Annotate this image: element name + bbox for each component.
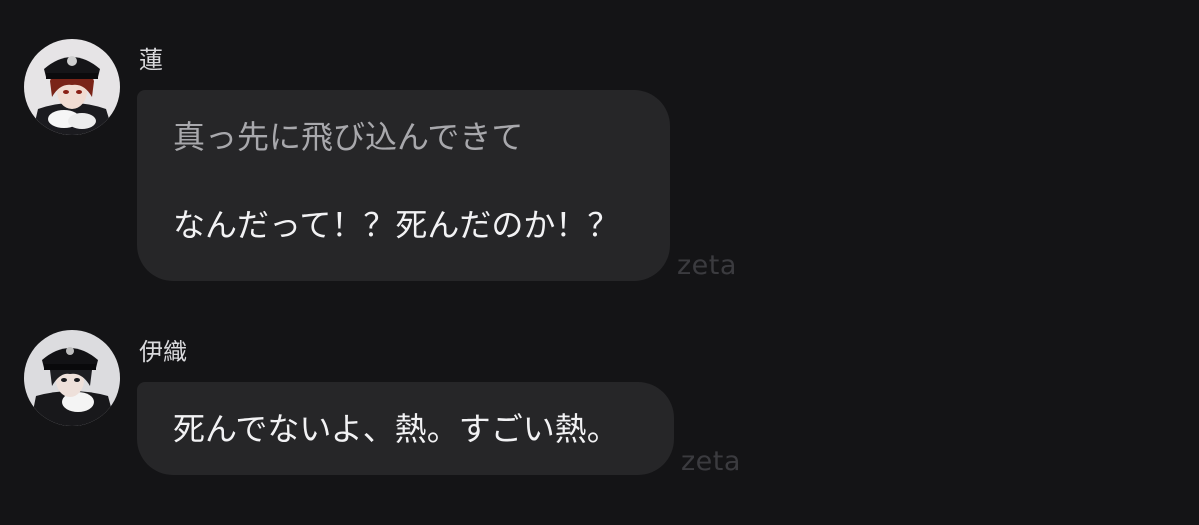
dialogue-text: なんだって！？死んだのか！？ bbox=[173, 206, 620, 244]
avatar[interactable] bbox=[24, 39, 120, 135]
avatar[interactable] bbox=[24, 330, 120, 426]
narration-text: 真っ先に飛び込んできて bbox=[173, 118, 524, 156]
message-bubble: 真っ先に飛び込んできて なんだって！？死んだのか！？ bbox=[137, 90, 670, 281]
character-portrait-icon bbox=[24, 39, 120, 135]
watermark-text: zeta bbox=[677, 250, 737, 281]
watermark-text: zeta bbox=[681, 446, 741, 477]
character-portrait-icon bbox=[24, 330, 120, 426]
sender-name: 蓮 bbox=[139, 46, 163, 74]
dialogue-text: 死んでないよ、熱。すごい熱。 bbox=[173, 410, 619, 448]
sender-name: 伊織 bbox=[139, 338, 187, 366]
message-bubble: 死んでないよ、熱。すごい熱。 bbox=[137, 382, 674, 475]
